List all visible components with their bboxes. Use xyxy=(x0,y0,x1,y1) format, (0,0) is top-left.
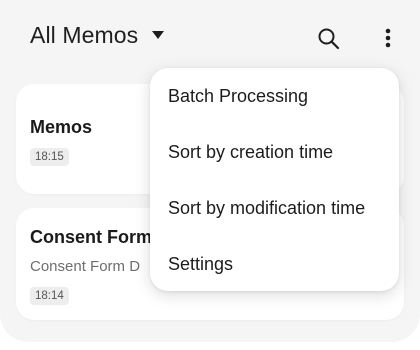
menu-item-batch-processing[interactable]: Batch Processing xyxy=(168,76,393,116)
app-screen: All Memos Memos 18:15 Consent Form Conse… xyxy=(0,0,420,342)
memo-time-badge: 18:14 xyxy=(30,287,69,305)
menu-item-sort-by-modification-time[interactable]: Sort by modification time xyxy=(168,188,393,228)
header-bar: All Memos xyxy=(0,0,420,70)
search-icon xyxy=(318,28,340,50)
more-vertical-icon xyxy=(385,28,391,48)
menu-item-sort-by-creation-time[interactable]: Sort by creation time xyxy=(168,132,393,172)
memo-title: Memos xyxy=(30,117,93,137)
page-title: All Memos xyxy=(30,21,139,48)
caret-down-icon xyxy=(152,31,165,39)
memo-time-badge: 18:15 xyxy=(30,148,69,166)
search-button[interactable] xyxy=(316,26,342,52)
memo-title: Consent Form xyxy=(30,227,153,247)
folder-selector[interactable]: All Memos xyxy=(30,19,165,51)
more-options-button[interactable] xyxy=(378,26,398,52)
memo-preview: Consent Form D xyxy=(30,258,141,275)
menu-item-settings[interactable]: Settings xyxy=(168,244,393,284)
overflow-menu: Batch Processing Sort by creation time S… xyxy=(150,68,399,291)
